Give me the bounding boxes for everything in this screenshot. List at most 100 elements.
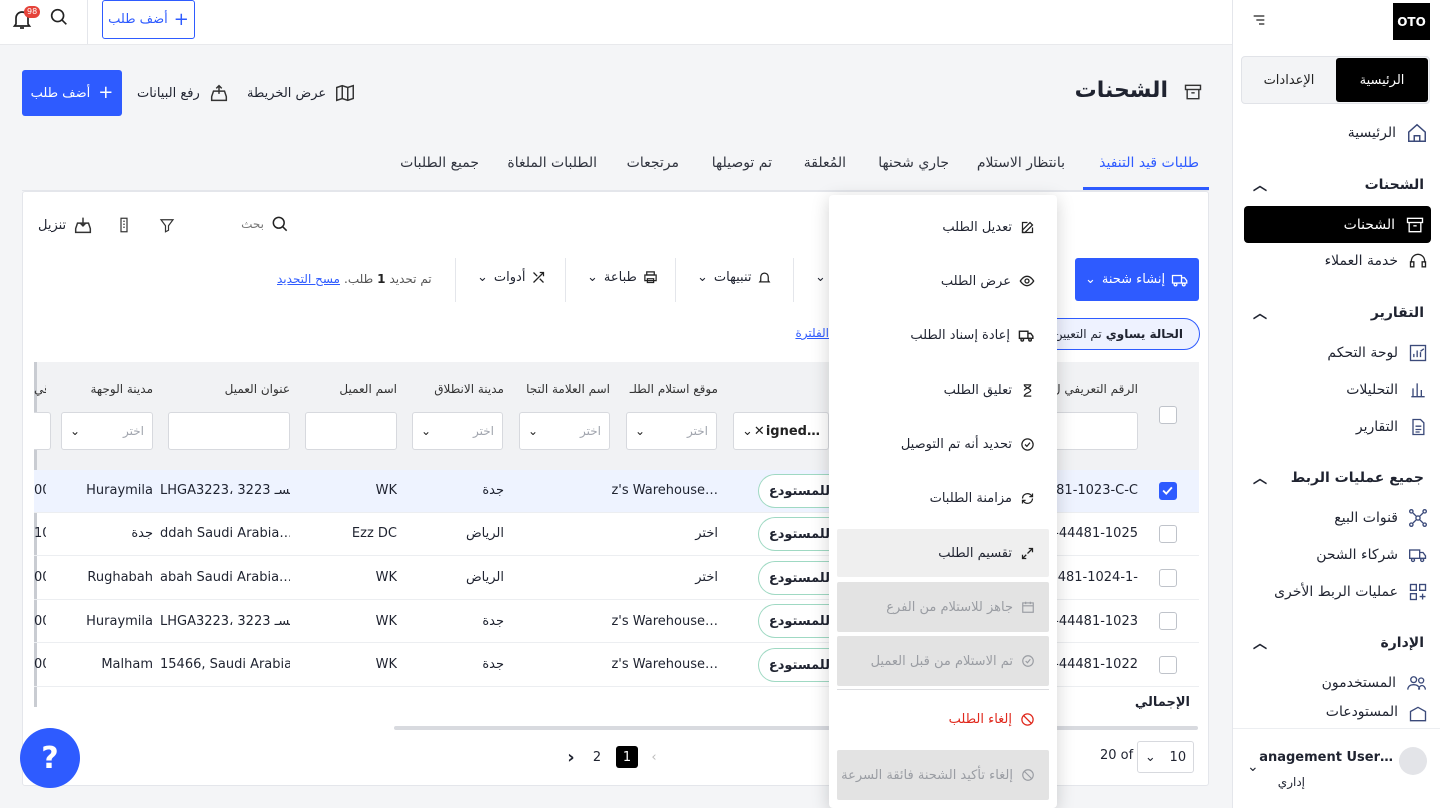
tab-cancelled[interactable]: الطلبات الملغاة: [507, 155, 597, 171]
section-shipments[interactable]: ︿ الشحنات: [1253, 170, 1424, 200]
search-box[interactable]: [236, 212, 290, 236]
cell-pickup: z's Warehouse…: [611, 657, 718, 672]
create-shipment-button[interactable]: ⌄ إنشاء شحنة: [1075, 258, 1199, 301]
row-checkbox[interactable]: [1159, 482, 1177, 500]
filter-icon[interactable]: [158, 215, 176, 235]
sidebar-item-home[interactable]: الرئيسية: [1348, 116, 1428, 150]
clear-filter-link[interactable]: الفلترة: [793, 326, 829, 340]
add-order-button[interactable]: أضف طلب +: [102, 0, 195, 39]
origin-filter-select[interactable]: ⌄ اختر: [412, 412, 503, 450]
sidebar-item-other-integrations[interactable]: عمليات الربط الأخرى: [1274, 575, 1428, 609]
segment-settings[interactable]: الإعدادات: [1243, 58, 1335, 102]
notifications-bell-icon[interactable]: 98: [10, 6, 41, 33]
row-checkbox[interactable]: [1159, 612, 1177, 630]
segment-home[interactable]: الرئيسية: [1336, 58, 1428, 102]
destination-filter-select[interactable]: ⌄ اختر: [61, 412, 153, 450]
pickup-filter-select[interactable]: ⌄ اختر: [626, 412, 717, 450]
box-icon: [1405, 215, 1425, 235]
total-label: الإجمالي: [1134, 695, 1190, 710]
apps-plus-icon: [1408, 582, 1428, 602]
tools-dropdown[interactable]: ⌄ أدوات: [477, 270, 546, 285]
download-button[interactable]: تنزيل: [38, 214, 94, 236]
brand-filter-select[interactable]: ⌄ اختر: [519, 412, 610, 450]
menu-item-ready-for-pickup[interactable]: جاهز للاستلام من الفرع: [837, 582, 1049, 632]
sidebar-item-carriers[interactable]: شركاء الشحن: [1316, 538, 1428, 572]
horizontal-scrollbar[interactable]: [394, 726, 1198, 730]
status-filter-chip[interactable]: تم التعيين يساوي الحالة: [1040, 318, 1200, 350]
network-icon: [1408, 508, 1428, 528]
sidebar-item-reports[interactable]: التقارير: [1356, 410, 1428, 444]
select-all-checkbox[interactable]: [1159, 406, 1177, 424]
menu-item-split-order[interactable]: تقسيم الطلب: [837, 529, 1049, 577]
columns-icon[interactable]: [115, 215, 133, 235]
view-map-button[interactable]: عرض الخريطة: [247, 82, 356, 104]
tab-in-progress[interactable]: طلبات قيد التنفيذ: [1099, 155, 1199, 171]
address-filter-input[interactable]: [168, 412, 290, 450]
section-label: التقارير: [1370, 305, 1424, 321]
status-badge: للمستودع: [758, 517, 830, 551]
menu-item-edit-order[interactable]: تعديل الطلب: [837, 205, 1049, 249]
print-dropdown[interactable]: ⌄ طباعة: [587, 270, 658, 285]
page-1-button[interactable]: 1: [616, 746, 638, 768]
section-integrations[interactable]: ︿ جميع عمليات الربط: [1253, 463, 1424, 493]
menu-item-view-order[interactable]: عرض الطلب: [837, 259, 1049, 303]
menu-item-sync-orders[interactable]: مزامنة الطلبات: [837, 476, 1049, 520]
menu-item-cancel-order[interactable]: إلغاء الطلب: [837, 697, 1049, 741]
customer-name-filter-input[interactable]: [305, 412, 397, 450]
page-size-select[interactable]: ⌄ 10: [1137, 741, 1194, 773]
extra-filter-input[interactable]: [34, 412, 51, 450]
alerts-dropdown[interactable]: ⌄ تنبيهات: [697, 270, 772, 285]
eye-icon: [1019, 273, 1035, 289]
status-badge: للمستودع: [758, 474, 830, 508]
tab-on-hold[interactable]: المُعلقة: [804, 155, 846, 171]
add-order-main-button[interactable]: أضف طلب +: [22, 70, 122, 116]
cell-address: 15466, Saudi Arabia…: [160, 657, 290, 672]
menu-item-mark-delivered[interactable]: تحديد أنه تم التوصيل: [837, 422, 1049, 466]
upload-data-button[interactable]: رفع البيانات: [137, 82, 230, 104]
status-filter-value: igned…: [765, 423, 820, 439]
tab-all-orders[interactable]: جميع الطلبات: [400, 155, 479, 171]
sidebar-item-users[interactable]: المستخدمون: [1322, 666, 1428, 700]
collapse-menu-icon[interactable]: [1251, 12, 1267, 28]
sidebar-item-warehouses[interactable]: المستودعات: [1326, 704, 1428, 722]
cell-destination: Huraymila: [86, 614, 153, 629]
section-admin[interactable]: ︿ الإدارة: [1253, 628, 1424, 658]
status-filter-select[interactable]: ⌄ ✕ igned…: [733, 412, 829, 450]
sidebar-item-dashboard[interactable]: لوحة التحكم: [1327, 336, 1428, 370]
menu-item-received-by-customer[interactable]: تم الاستلام من قبل العميل: [837, 636, 1049, 686]
menu-item-cancel-express-confirmation[interactable]: إلغاء تأكيد الشحنة فائقة السرعة: [837, 750, 1049, 800]
row-checkbox[interactable]: [1159, 569, 1177, 587]
sidebar-item-sales-channels[interactable]: قنوات البيع: [1334, 501, 1428, 535]
page-2-button[interactable]: 2: [586, 746, 608, 768]
tab-shipping[interactable]: جاري شحنها: [878, 155, 949, 171]
section-reports[interactable]: ︿ التقارير: [1253, 298, 1424, 328]
search-input[interactable]: [236, 217, 264, 231]
user-profile[interactable]: anagement User… إداري ⌄: [1233, 728, 1440, 808]
chevron-down-icon[interactable]: ⌄: [1247, 759, 1259, 775]
sidebar-item-analytics[interactable]: التحليلات: [1346, 373, 1428, 407]
more-dropdown[interactable]: ⌄: [815, 270, 826, 285]
user-name: anagement User…: [1259, 750, 1393, 765]
sidebar-item-shipments[interactable]: الشحنات: [1244, 206, 1431, 243]
menu-item-reassign-order[interactable]: إعادة إسناد الطلب: [837, 313, 1049, 357]
cell-origin: جدة: [482, 483, 504, 498]
cell-origin: الرياض: [465, 526, 504, 541]
sidebar-item-customer-service[interactable]: خدمة العملاء: [1325, 244, 1428, 278]
tab-awaiting-pickup[interactable]: بانتظار الاستلام: [977, 155, 1065, 171]
edit-icon: [1020, 220, 1035, 235]
delivery-truck-icon: [1408, 545, 1428, 565]
divider: [793, 258, 794, 302]
search-icon[interactable]: [48, 6, 70, 28]
tab-delivered[interactable]: تم توصيلها: [712, 155, 772, 171]
prev-page-button[interactable]: ‹: [643, 746, 665, 768]
row-checkbox[interactable]: [1159, 525, 1177, 543]
clear-x-icon[interactable]: ✕: [754, 424, 765, 439]
clear-selection-link[interactable]: مسح التحديد: [277, 272, 340, 286]
next-page-button[interactable]: ›: [560, 746, 582, 768]
cell-extra: 00: [34, 570, 46, 585]
menu-item-label: تحديد أنه تم التوصيل: [900, 436, 1012, 452]
help-button[interactable]: ?: [20, 728, 80, 788]
tab-returns[interactable]: مرتجعات: [627, 155, 679, 171]
row-checkbox[interactable]: [1159, 656, 1177, 674]
menu-item-hold-order[interactable]: تعليق الطلب: [837, 368, 1049, 412]
